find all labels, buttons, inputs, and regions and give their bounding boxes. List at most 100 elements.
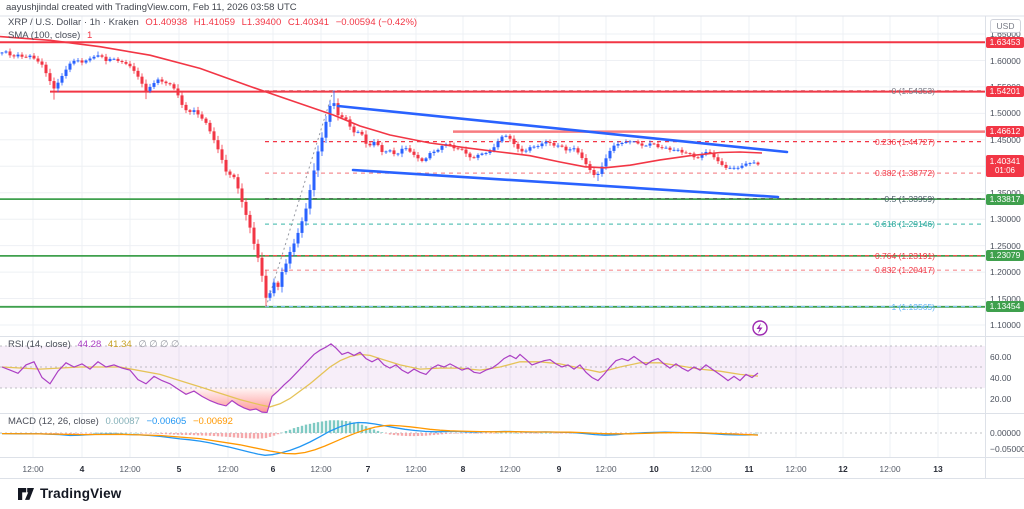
macd-histogram-bar	[425, 433, 427, 436]
candle-body	[277, 283, 280, 287]
time-axis-tick[interactable]: 5	[177, 464, 182, 474]
time-axis-tick[interactable]: 13	[933, 464, 942, 474]
candle-body	[585, 158, 588, 164]
candle-body	[173, 84, 176, 88]
candle-body	[653, 144, 656, 145]
price-level-badge: 1.54201	[986, 86, 1024, 97]
price-axis-tick[interactable]: 1.25000	[990, 241, 1021, 251]
candle-body	[473, 157, 476, 158]
time-axis-tick[interactable]: 9	[557, 464, 562, 474]
candle-body	[253, 228, 256, 244]
macd-histogram-bar	[89, 433, 91, 434]
time-axis-tick[interactable]: 12:00	[690, 464, 711, 474]
candle-body	[565, 147, 568, 151]
macd-histogram-bar	[269, 433, 271, 437]
macd-histogram-bar	[505, 433, 507, 434]
candle-body	[629, 141, 632, 142]
rsi-axis-tick[interactable]: 40.00	[990, 373, 1011, 383]
time-axis-tick[interactable]: 11	[745, 464, 754, 474]
candle-body	[109, 59, 112, 61]
candle-body	[5, 51, 8, 52]
price-axis-tick[interactable]: 1.30000	[990, 214, 1021, 224]
candle-body	[41, 62, 44, 65]
macd-histogram-bar	[497, 433, 499, 434]
time-axis-tick[interactable]: 12:00	[499, 464, 520, 474]
candle-body	[17, 55, 20, 57]
price-level-badge: 1.46612	[986, 126, 1024, 137]
candle-body	[681, 150, 684, 153]
candle-body	[741, 166, 744, 168]
time-axis-tick[interactable]: 8	[461, 464, 466, 474]
time-axis-tick[interactable]: 10	[649, 464, 658, 474]
ohlc-low: L1.39400	[242, 17, 282, 28]
candle-body	[237, 177, 240, 188]
macd-histogram-bar	[157, 433, 159, 434]
candle-body	[553, 143, 556, 146]
candle-body	[633, 141, 636, 142]
candle-body	[501, 137, 504, 142]
candle-body	[621, 143, 624, 144]
time-axis-tick[interactable]: 7	[366, 464, 371, 474]
time-axis-tick[interactable]: 12:00	[217, 464, 238, 474]
macd-axis-tick[interactable]: 0.00000	[990, 428, 1021, 438]
time-axis-tick[interactable]: 6	[271, 464, 276, 474]
price-axis-tick[interactable]: 1.50000	[990, 108, 1021, 118]
time-axis-tick[interactable]: 12	[838, 464, 847, 474]
candle-body	[581, 152, 584, 158]
time-axis-tick[interactable]: 12:00	[119, 464, 140, 474]
price-change: −0.00594 (−0.42%)	[336, 17, 417, 28]
price-axis-tick[interactable]: 1.60000	[990, 56, 1021, 66]
macd-histogram-bar	[261, 433, 263, 438]
macd-axis-tick[interactable]: −0.05000	[990, 444, 1024, 454]
macd-histogram-bar	[129, 433, 131, 434]
candle-body	[561, 146, 564, 147]
candle-body	[685, 152, 688, 153]
candle-body	[9, 51, 12, 55]
macd-label: MACD (12, 26, close)	[8, 416, 99, 427]
candle-body	[593, 170, 596, 175]
candle-body	[205, 119, 208, 123]
gridlines	[0, 16, 985, 458]
macd-histogram-bar	[389, 433, 391, 435]
candle-body	[245, 202, 248, 215]
candle-body	[273, 283, 276, 294]
ohlc-open: O1.40938	[145, 17, 187, 28]
candle-body	[469, 154, 472, 158]
macd-histogram-bar	[101, 433, 103, 434]
candle-body	[433, 152, 436, 153]
fib-level-label: 0.832 (1.20417)	[875, 265, 935, 275]
refresh-lightning-icon	[753, 321, 767, 335]
macd-histogram-bar	[169, 433, 171, 434]
candle-body	[89, 59, 92, 61]
macd-histogram-bar	[141, 433, 143, 434]
time-axis-tick[interactable]: 4	[80, 464, 85, 474]
candle-body	[181, 95, 184, 105]
macd-histogram-bar	[465, 433, 467, 434]
tradingview-logo[interactable]: TradingView	[18, 486, 121, 501]
rsi-axis-tick[interactable]: 60.00	[990, 352, 1011, 362]
candle-body	[33, 56, 36, 59]
currency-toggle[interactable]: USD	[990, 19, 1021, 33]
time-axis-tick[interactable]: 12:00	[785, 464, 806, 474]
candle-body	[485, 153, 488, 154]
chart-canvas[interactable]	[0, 0, 1024, 509]
time-axis-tick[interactable]: 12:00	[879, 464, 900, 474]
price-axis-tick[interactable]: 1.20000	[990, 267, 1021, 277]
candle-body	[521, 149, 524, 152]
candle-body	[353, 127, 356, 133]
time-axis-tick[interactable]: 12:00	[405, 464, 426, 474]
candle-body	[389, 150, 392, 151]
price-axis-tick[interactable]: 1.10000	[990, 320, 1021, 330]
macd-histogram-bar	[301, 426, 303, 433]
rsi-ma-value: 41.34	[108, 339, 132, 350]
macd-histogram-bar	[221, 433, 223, 437]
candle-body	[657, 144, 660, 147]
time-axis-tick[interactable]: 12:00	[310, 464, 331, 474]
candle-body	[317, 151, 320, 170]
candle-body	[745, 164, 748, 166]
candle-body	[697, 157, 700, 158]
time-axis-tick[interactable]: 12:00	[595, 464, 616, 474]
macd-histogram-bar	[453, 433, 455, 434]
time-axis-tick[interactable]: 12:00	[22, 464, 43, 474]
rsi-axis-tick[interactable]: 20.00	[990, 394, 1011, 404]
